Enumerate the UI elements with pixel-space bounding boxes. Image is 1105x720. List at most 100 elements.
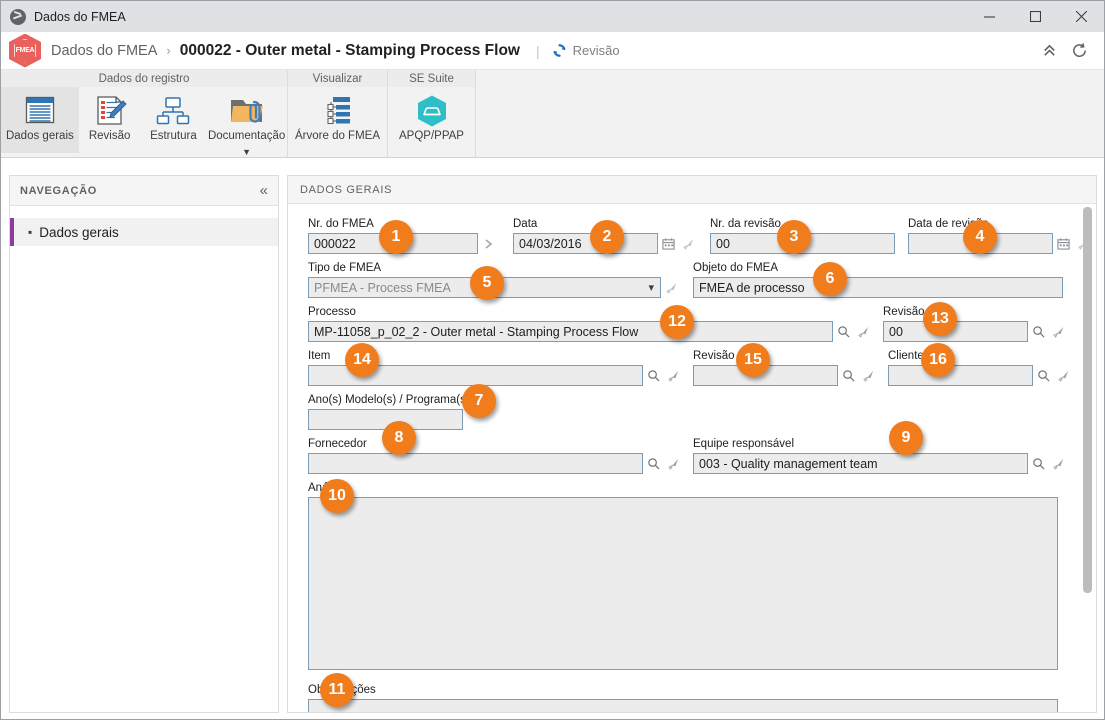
step-marker-3: 3 (777, 220, 811, 254)
eraser-icon[interactable] (662, 277, 681, 298)
label-revisao-processo: Revisão (883, 306, 925, 318)
label-observacoes: Observações (308, 684, 1074, 697)
label-data-de-revisao: Data de revisão (908, 218, 989, 230)
label-cliente: Cliente (888, 350, 924, 362)
step-marker-16: 16 (921, 343, 955, 377)
eraser-icon[interactable] (1049, 321, 1068, 342)
input-cliente[interactable] (888, 365, 1033, 386)
field-cliente: Cliente (888, 350, 1073, 386)
textarea-analise[interactable] (308, 497, 1058, 670)
label-objeto-do-fmea: Objeto do FMEA (693, 262, 779, 274)
step-marker-6: 6 (813, 262, 847, 296)
revision-status-label: Revisão (572, 43, 620, 58)
form-row-4: Item Revisão Cliente (308, 350, 1074, 386)
chevron-double-up-icon[interactable] (1042, 43, 1057, 58)
input-equipe-responsavel[interactable]: 003 - Quality management team (693, 453, 1028, 474)
sidebar-item-dados-gerais[interactable]: ▪ Dados gerais (10, 218, 278, 246)
ribbon-button-revisao[interactable]: Revisão (79, 87, 141, 153)
search-icon[interactable] (1029, 321, 1048, 342)
chevron-double-left-icon[interactable]: « (260, 183, 268, 198)
ribbon-group-title-dados-do-registro: Dados do registro (1, 70, 288, 87)
ribbon-buttons: Dados gerais Revisão Estrutura Documenta… (1, 87, 1104, 157)
search-icon[interactable] (1029, 453, 1048, 474)
calendar-icon[interactable] (1054, 233, 1073, 254)
reload-icon[interactable] (1071, 42, 1088, 59)
navigation-list: ▪ Dados gerais (10, 206, 278, 246)
select-tipo-de-fmea-value: PFMEA - Process FMEA (314, 280, 451, 295)
form-row-6: Fornecedor Equipe responsável 003 - Qual… (308, 438, 1074, 474)
field-data-de-revisao: Data de revisão (908, 218, 1093, 254)
chevron-down-icon[interactable]: ▾ (648, 281, 654, 294)
ribbon-group-title-filler (476, 70, 1104, 87)
ribbon-button-apqp-ppap[interactable]: APQP/PPAP (388, 87, 475, 153)
textarea-observacoes[interactable] (308, 699, 1058, 712)
breadcrumb-bar: FMEA Dados do FMEA › 000022 - Outer meta… (1, 32, 1104, 70)
ribbon-button-estrutura[interactable]: Estrutura (141, 87, 207, 153)
step-marker-15: 15 (736, 343, 770, 377)
field-revisao-processo: Revisão 00 (883, 306, 1068, 342)
ribbon-group-title-visualizar: Visualizar (288, 70, 388, 87)
breadcrumb-separator: › (166, 43, 171, 58)
eraser-icon[interactable] (859, 365, 878, 386)
ribbon-toolbar: Dados do registro Visualizar SE Suite Da… (1, 70, 1104, 158)
maximize-button[interactable] (1012, 1, 1058, 32)
fmea-logo-text: FMEA (15, 47, 35, 54)
eraser-icon[interactable] (854, 321, 873, 342)
eraser-icon[interactable] (1054, 365, 1073, 386)
step-marker-2: 2 (590, 220, 624, 254)
field-objeto-do-fmea: Objeto do FMEA FMEA de processo (693, 262, 1063, 298)
input-objeto-do-fmea[interactable]: FMEA de processo (693, 277, 1063, 298)
ribbon-label-documentacao: Documentação (207, 130, 286, 142)
navigation-header: NAVEGAÇÃO « (10, 176, 278, 206)
calendar-icon[interactable] (659, 233, 678, 254)
input-data[interactable]: 04/03/2016 (513, 233, 658, 254)
hierarchy-icon (156, 92, 190, 130)
step-marker-10: 10 (320, 479, 354, 513)
page-title: 000022 - Outer metal - Stamping Process … (179, 41, 520, 59)
search-icon[interactable] (644, 365, 663, 386)
ribbon-label-documentacao-estrutura: Estrutura (150, 130, 197, 142)
eraser-icon[interactable] (664, 453, 683, 474)
chevron-right-icon[interactable] (479, 233, 498, 254)
eraser-icon[interactable] (679, 233, 698, 254)
chevron-down-icon[interactable]: ▼ (242, 147, 251, 157)
label-revisao-item: Revisão (693, 350, 735, 362)
breadcrumb-root-link[interactable]: Dados do FMEA (51, 43, 157, 59)
document-pencil-icon (93, 92, 127, 130)
minimize-button[interactable] (966, 1, 1012, 32)
label-fornecedor: Fornecedor (308, 438, 367, 450)
step-marker-8: 8 (382, 421, 416, 455)
ribbon-label-arvore-do-fmea: Árvore do FMEA (295, 130, 380, 142)
eraser-icon[interactable] (1074, 233, 1093, 254)
search-icon[interactable] (644, 453, 663, 474)
tree-chart-icon (320, 92, 356, 130)
eraser-icon[interactable] (664, 365, 683, 386)
step-marker-1: 1 (379, 220, 413, 254)
fmea-application-window: Dados do FMEA FMEA Dados do FMEA › 00002… (0, 0, 1105, 720)
search-icon[interactable] (1034, 365, 1053, 386)
label-equipe-responsavel: Equipe responsável (693, 438, 795, 450)
step-marker-5: 5 (470, 266, 504, 300)
car-hex-icon (415, 92, 449, 130)
label-processo: Processo (308, 306, 356, 318)
field-fornecedor: Fornecedor (308, 438, 683, 474)
window-title: Dados do FMEA (34, 9, 126, 24)
navigation-panel: NAVEGAÇÃO « ▪ Dados gerais (9, 175, 279, 713)
ribbon-button-arvore-do-fmea[interactable]: Árvore do FMEA (288, 87, 387, 153)
input-fornecedor[interactable] (308, 453, 643, 474)
search-icon[interactable] (834, 321, 853, 342)
search-icon[interactable] (839, 365, 858, 386)
content-panel-title: DADOS GERAIS (300, 183, 393, 196)
header-actions (1042, 42, 1104, 59)
eraser-icon[interactable] (1049, 453, 1068, 474)
ribbon-group-visualizar: Árvore do FMEA (288, 87, 388, 157)
window-controls (966, 1, 1104, 32)
ribbon-button-dados-gerais[interactable]: Dados gerais (1, 87, 79, 153)
input-processo[interactable]: MP-11058_p_02_2 - Outer metal - Stamping… (308, 321, 833, 342)
close-button[interactable] (1058, 1, 1104, 32)
field-anos-modelos-programas: Ano(s) Modelo(s) / Programa(s) (308, 394, 470, 430)
form-row-observacoes: Observações (308, 684, 1074, 712)
fmea-logo-icon: FMEA (9, 33, 41, 68)
ribbon-button-documentacao[interactable]: Documentação ▼ (206, 87, 287, 157)
label-analise: Análise (308, 482, 1074, 495)
